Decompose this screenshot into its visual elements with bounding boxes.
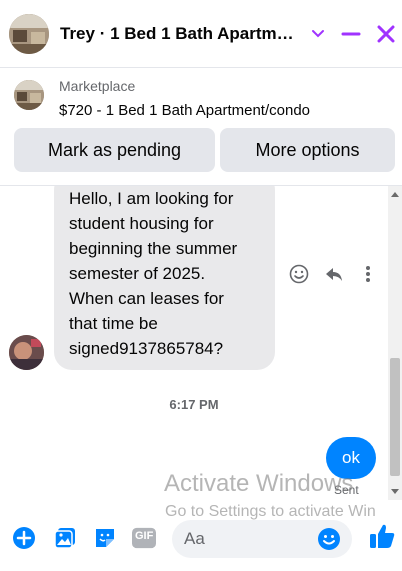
more-options-button[interactable]: More options <box>220 128 395 172</box>
more-actions-icon[interactable] <box>356 262 380 286</box>
plus-icon[interactable] <box>12 526 36 550</box>
message-timestamp: 6:17 PM <box>169 397 219 412</box>
chat-title[interactable]: Trey · 1 Bed 1 Bath Apartm… <box>60 24 300 44</box>
message-line: student housing for <box>69 214 214 233</box>
sender-avatar[interactable] <box>9 335 44 370</box>
reply-icon[interactable] <box>322 262 346 286</box>
message-line: semester of 2025. <box>69 264 206 283</box>
chat-scrollbar[interactable] <box>388 186 402 500</box>
close-icon[interactable] <box>374 22 398 46</box>
message-list[interactable]: Hello, I am looking for student housing … <box>0 186 388 500</box>
message-line: When can leases for <box>69 289 224 308</box>
photo-icon[interactable] <box>53 526 77 550</box>
react-icon[interactable] <box>287 262 311 286</box>
listing-source: Marketplace <box>59 78 136 94</box>
listing-card: Marketplace $720 - 1 Bed 1 Bath Apartmen… <box>0 68 402 186</box>
contact-avatar[interactable] <box>9 14 49 54</box>
sticker-icon[interactable] <box>93 526 117 550</box>
listing-title[interactable]: $720 - 1 Bed 1 Bath Apartment/condo <box>59 102 310 119</box>
message-input[interactable] <box>184 528 314 550</box>
scroll-down-arrow-icon[interactable] <box>391 489 399 494</box>
message-composer: GIF <box>0 508 402 571</box>
thumbs-up-icon[interactable] <box>368 522 396 550</box>
outgoing-message[interactable]: ok <box>326 437 376 479</box>
message-line: that time be <box>69 314 158 333</box>
minimize-icon[interactable] <box>339 22 363 46</box>
message-input-wrapper <box>172 520 352 558</box>
emoji-icon[interactable] <box>317 527 341 551</box>
chevron-down-icon[interactable] <box>306 22 330 46</box>
listing-thumbnail[interactable] <box>14 80 44 110</box>
message-line: signed9137865784? <box>69 339 224 358</box>
scrollbar-thumb[interactable] <box>390 358 400 476</box>
gif-label: GIF <box>135 530 154 542</box>
incoming-message[interactable]: Hello, I am looking for student housing … <box>54 186 275 370</box>
chat-header: Trey · 1 Bed 1 Bath Apartm… <box>0 0 402 68</box>
mark-as-pending-button[interactable]: Mark as pending <box>14 128 215 172</box>
message-line: Hello, I am looking for <box>69 189 234 208</box>
scroll-up-arrow-icon[interactable] <box>391 192 399 197</box>
gif-icon[interactable]: GIF <box>132 526 156 550</box>
message-line: beginning the summer <box>69 239 238 258</box>
delivery-status: Sent <box>334 483 359 497</box>
